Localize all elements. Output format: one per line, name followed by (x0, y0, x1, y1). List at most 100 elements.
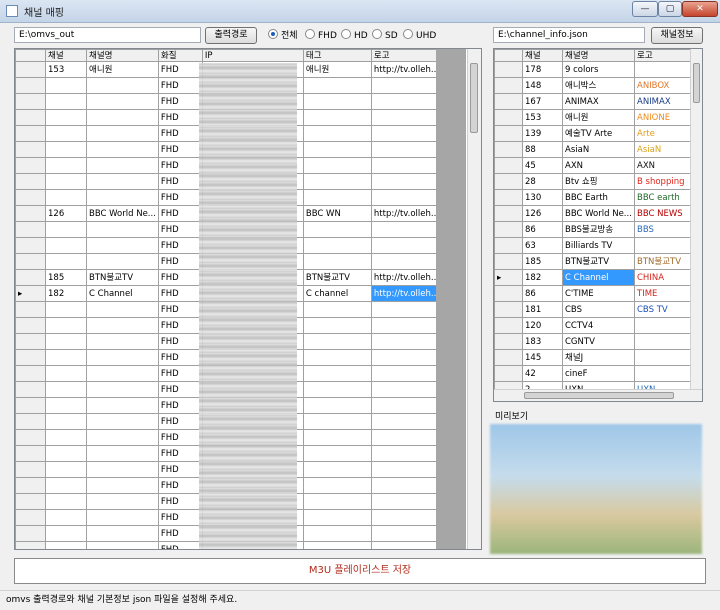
cell-tag[interactable] (302, 525, 372, 542)
cell-ch[interactable]: 167 (522, 93, 563, 110)
row-header[interactable] (494, 221, 523, 238)
table-row[interactable]: 86 C'TIME TIME (494, 285, 693, 302)
row-header[interactable] (494, 301, 523, 318)
cell-logo[interactable] (370, 125, 445, 142)
cell-ch[interactable]: 181 (522, 301, 563, 318)
row-header[interactable] (15, 205, 46, 222)
cell-name[interactable] (86, 173, 159, 190)
table-row[interactable]: 178 9 colors (494, 61, 693, 78)
cell-logo[interactable] (370, 173, 445, 190)
logo-image[interactable]: BBC NEWS (634, 205, 693, 222)
row-header[interactable] (494, 93, 523, 110)
cell-q[interactable]: FHD (157, 413, 203, 430)
row-header[interactable] (15, 253, 46, 270)
row-header[interactable] (15, 61, 46, 78)
channel-info-vscroll[interactable] (690, 49, 702, 389)
logo-image[interactable] (634, 237, 693, 254)
cell-ch[interactable] (45, 301, 87, 318)
cell-ch[interactable] (45, 365, 87, 382)
cell-ch[interactable]: 130 (522, 189, 563, 206)
channel-info-button[interactable]: 채널정보 (651, 27, 703, 44)
cell-name[interactable]: C Channel (562, 269, 635, 286)
row-header[interactable] (494, 365, 523, 382)
cell-name[interactable]: 애니박스 (562, 77, 635, 94)
cell-q[interactable]: FHD (157, 445, 203, 462)
row-header[interactable] (15, 141, 46, 158)
cell-ch[interactable] (45, 413, 87, 430)
cell-ch[interactable]: 182 (522, 269, 563, 286)
cell-ch[interactable] (45, 189, 87, 206)
cell-ch[interactable]: 185 (522, 253, 563, 270)
cell-logo[interactable] (370, 477, 445, 494)
row-header[interactable] (494, 317, 523, 334)
row-header[interactable] (15, 445, 46, 462)
cell-q[interactable]: FHD (157, 461, 203, 478)
cell-name[interactable]: 애니원 (562, 109, 635, 126)
cell-tag[interactable] (302, 413, 372, 430)
cell-name[interactable] (86, 93, 159, 110)
table-row[interactable]: 145 채널J (494, 349, 693, 366)
cell-logo[interactable] (370, 77, 445, 94)
cell-tag[interactable] (302, 461, 372, 478)
channel-grid[interactable]: 채널 채널명 화질 IP 태그 로고 153 애니원 FHD 애니원 http://tv.olle… (14, 48, 482, 550)
cell-name[interactable] (86, 349, 159, 366)
cell-ch[interactable]: 88 (522, 141, 563, 158)
cell-q[interactable]: FHD (157, 365, 203, 382)
cell-name[interactable] (86, 509, 159, 526)
cell-name[interactable]: CBS (562, 301, 635, 318)
cell-tag[interactable] (302, 253, 372, 270)
cell-logo[interactable]: http://tv.olleh.... (370, 285, 445, 302)
cell-tag[interactable]: C channel (302, 285, 372, 302)
cell-name[interactable] (86, 541, 159, 549)
cell-tag[interactable] (302, 93, 372, 110)
cell-name[interactable]: BBC Earth (562, 189, 635, 206)
row-header[interactable] (15, 221, 46, 238)
cell-tag[interactable] (302, 141, 372, 158)
table-row[interactable]: 167 ANIMAX ANIMAX (494, 93, 693, 110)
cell-tag[interactable] (302, 397, 372, 414)
cell-tag[interactable] (302, 125, 372, 142)
logo-image[interactable]: AsiaN (634, 141, 693, 158)
cell-q[interactable]: FHD (157, 93, 203, 110)
cell-q[interactable]: FHD (157, 205, 203, 222)
output-path-field[interactable]: E:\omvs_out (14, 27, 201, 43)
cell-name[interactable] (86, 77, 159, 94)
cell-name[interactable] (86, 237, 159, 254)
cell-name[interactable] (86, 221, 159, 238)
scroll-thumb[interactable] (524, 392, 674, 399)
cell-tag[interactable]: 애니원 (302, 61, 372, 78)
row-header[interactable] (15, 509, 46, 526)
cell-logo[interactable] (370, 109, 445, 126)
row-header[interactable] (15, 301, 46, 318)
cell-tag[interactable] (302, 173, 372, 190)
logo-image[interactable]: B shopping (634, 173, 693, 190)
logo-image[interactable]: AXN (634, 157, 693, 174)
cell-ch[interactable] (45, 461, 87, 478)
cell-name[interactable] (86, 525, 159, 542)
column-header[interactable]: 채널명 (86, 49, 159, 62)
logo-image[interactable] (634, 317, 693, 334)
cell-logo[interactable] (370, 317, 445, 334)
cell-q[interactable]: FHD (157, 301, 203, 318)
cell-tag[interactable] (302, 493, 372, 510)
cell-q[interactable]: FHD (157, 77, 203, 94)
logo-image[interactable] (634, 349, 693, 366)
cell-name[interactable]: CCTV4 (562, 317, 635, 334)
row-header[interactable] (494, 77, 523, 94)
table-row[interactable]: 130 BBC Earth BBC earth (494, 189, 693, 206)
row-header[interactable] (494, 253, 523, 270)
logo-image[interactable]: ANIBOX (634, 77, 693, 94)
cell-q[interactable]: FHD (157, 269, 203, 286)
cell-tag[interactable]: BTN불교TV (302, 269, 372, 286)
row-header[interactable] (494, 125, 523, 142)
cell-name[interactable] (86, 141, 159, 158)
cell-logo[interactable] (370, 541, 445, 549)
cell-q[interactable]: FHD (157, 109, 203, 126)
table-row[interactable]: 45 AXN AXN (494, 157, 693, 174)
row-header[interactable] (15, 413, 46, 430)
cell-logo[interactable] (370, 157, 445, 174)
cell-q[interactable]: FHD (157, 189, 203, 206)
cell-tag[interactable] (302, 445, 372, 462)
cell-name[interactable]: C Channel (86, 285, 159, 302)
cell-tag[interactable] (302, 381, 372, 398)
